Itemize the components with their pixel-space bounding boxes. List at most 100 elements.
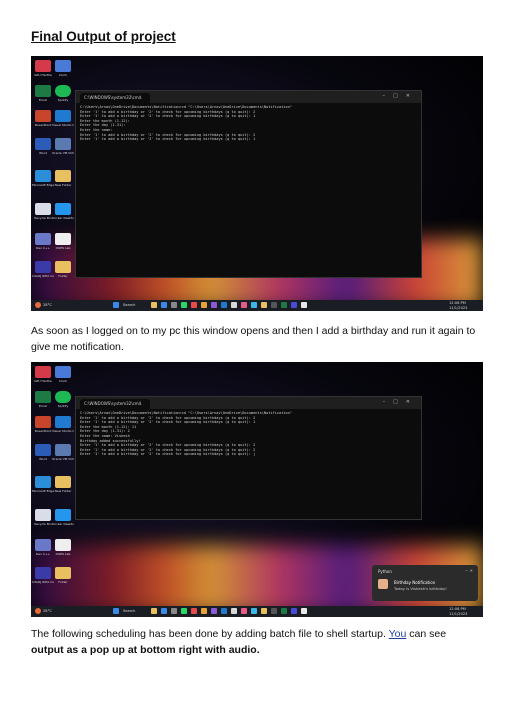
edge-icon[interactable] bbox=[35, 170, 51, 182]
recycle-bin-icon[interactable] bbox=[35, 203, 51, 215]
taskbar-app-icon[interactable] bbox=[191, 302, 197, 308]
desktop-icon-label: Excel bbox=[39, 404, 47, 408]
paragraph-1: As soon as I logged on to my pc this win… bbox=[31, 325, 476, 353]
folder-icon[interactable] bbox=[55, 476, 71, 488]
desktop-icon-label: Clock bbox=[58, 73, 68, 77]
taskbar-app-icon[interactable] bbox=[151, 608, 157, 614]
virtualbox-icon[interactable] bbox=[55, 138, 71, 150]
python-icon bbox=[378, 579, 388, 589]
taskbar-app-icon[interactable] bbox=[161, 608, 167, 614]
taskbar-app-icon[interactable] bbox=[301, 302, 307, 308]
paragraph-2-text: The following scheduling has been done b… bbox=[31, 628, 389, 640]
file-icon[interactable] bbox=[55, 233, 71, 245]
taskbar-app-icon[interactable] bbox=[221, 608, 227, 614]
taskbar-app-icon[interactable] bbox=[211, 302, 217, 308]
taskbar-app-icon[interactable] bbox=[241, 302, 247, 308]
clock-icon[interactable] bbox=[55, 366, 71, 378]
folder-icon[interactable] bbox=[55, 261, 71, 273]
console-output[interactable]: C:\Users\Arnav\OneDrive\Documents\Notifi… bbox=[76, 103, 421, 144]
clock-date[interactable]: 11/1/2023 bbox=[449, 306, 467, 310]
vscode-icon[interactable] bbox=[55, 416, 71, 428]
taskbar-app-icon[interactable] bbox=[291, 302, 297, 308]
taskbar-app-icon[interactable] bbox=[201, 302, 207, 308]
start-icon[interactable] bbox=[113, 302, 119, 308]
powerpoint-icon[interactable] bbox=[35, 416, 51, 428]
taskbar-app-icon[interactable] bbox=[201, 608, 207, 614]
taskbar-app-icon[interactable] bbox=[181, 608, 187, 614]
taskbar-app-icon[interactable] bbox=[181, 302, 187, 308]
spotify-icon[interactable] bbox=[55, 85, 71, 97]
taskbar-app-icon[interactable] bbox=[151, 302, 157, 308]
recycle-bin-icon[interactable] bbox=[35, 509, 51, 521]
desktop-icon-label: Visual Studio Code bbox=[52, 123, 74, 127]
docker-icon[interactable] bbox=[55, 203, 71, 215]
taskbar-app-icon[interactable] bbox=[261, 608, 267, 614]
word-icon[interactable] bbox=[35, 138, 51, 150]
desktop-icon-label: Word bbox=[39, 151, 47, 155]
edge-icon[interactable] bbox=[35, 476, 51, 488]
excel-icon[interactable] bbox=[35, 391, 51, 403]
desktop-icon-label: Microsoft Edge bbox=[32, 489, 54, 493]
folder-icon[interactable] bbox=[55, 567, 71, 579]
taskbar-app-icon[interactable] bbox=[291, 608, 297, 614]
taskbar-app-icon[interactable] bbox=[231, 302, 237, 308]
taskbar-app-icon[interactable] bbox=[171, 608, 177, 614]
taskbar-app-icon[interactable] bbox=[251, 302, 257, 308]
taskbar-app-icon[interactable] bbox=[271, 302, 277, 308]
word-icon[interactable] bbox=[35, 444, 51, 456]
taskbar-app-icon[interactable] bbox=[241, 608, 247, 614]
taskbar-app-icon[interactable] bbox=[211, 608, 217, 614]
devcpp-icon[interactable] bbox=[35, 539, 51, 551]
taskbar-app-icon[interactable] bbox=[191, 608, 197, 614]
taskbar-search[interactable]: Search bbox=[123, 609, 135, 613]
taskbar-app-icon[interactable] bbox=[281, 608, 287, 614]
weather-icon[interactable] bbox=[35, 608, 41, 614]
console-output[interactable]: C:\Users\Arnav\OneDrive\Documents\Notifi… bbox=[76, 409, 421, 459]
terminal-window[interactable]: C:\WINDOWS\system32\cmd. –□✕ C:\Users\Ar… bbox=[75, 90, 422, 278]
taskbar-app-icon[interactable] bbox=[171, 302, 177, 308]
taskbar-app-icon[interactable] bbox=[281, 302, 287, 308]
taskbar-app-icon[interactable] bbox=[161, 302, 167, 308]
powerpoint-icon[interactable] bbox=[35, 110, 51, 122]
app-icon[interactable] bbox=[35, 60, 51, 72]
terminal-titlebar[interactable]: C:\WINDOWS\system32\cmd. –□✕ bbox=[76, 397, 421, 409]
taskbar-app-icon[interactable] bbox=[251, 608, 257, 614]
docker-icon[interactable] bbox=[55, 509, 71, 521]
clock-date[interactable]: 11/1/2023 bbox=[449, 612, 467, 616]
birthday-notification-toast[interactable]: Python ··· ✕ Birthday Notification Today… bbox=[372, 565, 478, 601]
virtualbox-icon[interactable] bbox=[55, 444, 71, 456]
taskbar-app-icon[interactable] bbox=[261, 302, 267, 308]
folder-icon[interactable] bbox=[55, 170, 71, 182]
taskbar-app-icon[interactable] bbox=[301, 608, 307, 614]
weather-icon[interactable] bbox=[35, 302, 41, 308]
page-heading: Final Output of project bbox=[31, 29, 176, 44]
spotify-icon[interactable] bbox=[55, 391, 71, 403]
taskbar-app-icon[interactable] bbox=[271, 608, 277, 614]
intellij-icon[interactable] bbox=[35, 261, 51, 273]
clock-icon[interactable] bbox=[55, 60, 71, 72]
terminal-tab[interactable]: C:\WINDOWS\system32\cmd. bbox=[80, 93, 150, 103]
desktop-icon-label: New Folder bbox=[54, 489, 72, 493]
toast-controls[interactable]: ··· ✕ bbox=[465, 568, 473, 573]
start-icon[interactable] bbox=[113, 608, 119, 614]
window-controls[interactable]: –□✕ bbox=[383, 399, 418, 405]
clock-time[interactable]: 12:08 PM bbox=[449, 607, 466, 611]
taskbar-search[interactable]: Search bbox=[123, 303, 135, 307]
vscode-icon[interactable] bbox=[55, 110, 71, 122]
file-icon[interactable] bbox=[55, 539, 71, 551]
taskbar: 28°C Search 12:08 PM 11/1/2023 bbox=[31, 606, 483, 617]
clock-time[interactable]: 12:08 PM bbox=[449, 301, 466, 305]
taskbar-app-icon[interactable] bbox=[231, 608, 237, 614]
terminal-window[interactable]: C:\WINDOWS\system32\cmd. –□✕ C:\Users\Ar… bbox=[75, 396, 422, 520]
desktop-icon-label: Spotify bbox=[57, 404, 69, 408]
taskbar-app-icon[interactable] bbox=[221, 302, 227, 308]
devcpp-icon[interactable] bbox=[35, 233, 51, 245]
terminal-tab[interactable]: C:\WINDOWS\system32\cmd. bbox=[80, 399, 150, 409]
window-controls[interactable]: –□✕ bbox=[383, 93, 418, 99]
desktop-icon-label: Docker Desktop bbox=[52, 216, 74, 220]
desktop-icon-label: Visual Studio Code bbox=[52, 429, 74, 433]
intellij-icon[interactable] bbox=[35, 567, 51, 579]
terminal-titlebar[interactable]: C:\WINDOWS\system32\cmd. –□✕ bbox=[76, 91, 421, 103]
app-icon[interactable] bbox=[35, 366, 51, 378]
excel-icon[interactable] bbox=[35, 85, 51, 97]
